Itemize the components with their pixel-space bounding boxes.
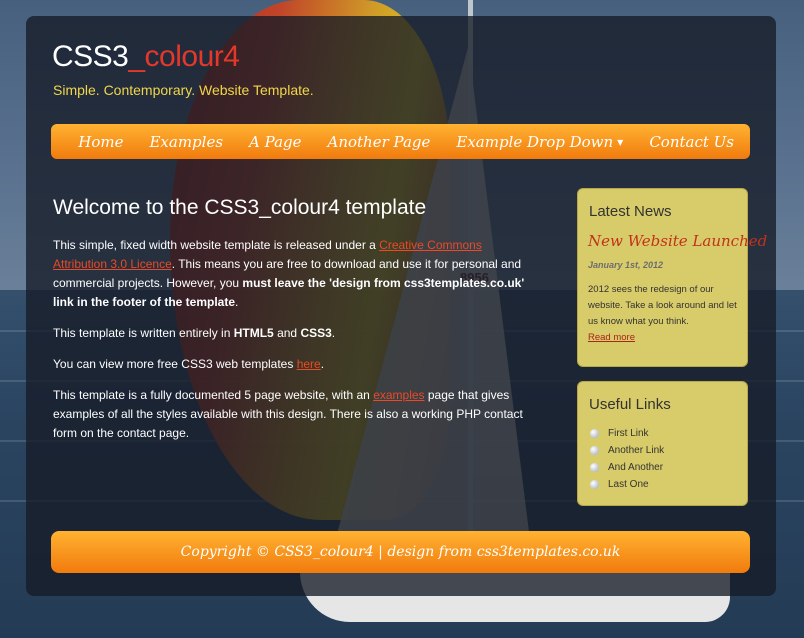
site-logo[interactable]: CSS3_colour4	[52, 40, 240, 74]
latest-news-box: Latest News New Website Launched January…	[577, 188, 768, 367]
text: This simple, fixed width website templat…	[53, 238, 380, 252]
news-date: January 1st, 2012	[588, 260, 664, 270]
text: This template is written entirely in	[53, 326, 234, 340]
logo-accent-text: _colour4	[128, 40, 240, 73]
news-heading: Latest News	[589, 203, 672, 220]
intro-paragraph: This simple, fixed width website templat…	[53, 236, 525, 312]
link-label: First Link	[608, 428, 649, 439]
bullet-icon	[590, 463, 599, 472]
html5-bold: HTML5	[233, 326, 274, 340]
site-slogan: Simple. Contemporary. Website Template.	[53, 82, 314, 98]
dropdown-label: Example Drop Down	[456, 132, 614, 151]
link-label: Another Link	[608, 445, 665, 456]
here-link[interactable]: here	[297, 357, 321, 371]
tech-paragraph: This template is written entirely in HTM…	[53, 324, 525, 343]
main-menu: Home Examples A Page Another Page Exampl…	[51, 124, 750, 159]
news-text: 2012 sees the redesign of our website. T…	[588, 284, 737, 327]
menu-item-contact-us[interactable]: Contact Us	[649, 133, 734, 151]
more-templates-paragraph: You can view more free CSS3 web template…	[53, 355, 525, 374]
useful-link[interactable]: First Link	[590, 425, 747, 442]
menu-item-examples[interactable]: Examples	[149, 133, 223, 151]
text: This template is a fully documented 5 pa…	[53, 388, 374, 402]
logo-main-text: CSS3	[52, 40, 129, 73]
links-heading: Useful Links	[589, 396, 671, 413]
link-label: Last One	[608, 479, 649, 490]
bullet-icon	[590, 446, 599, 455]
useful-link[interactable]: And Another	[590, 459, 747, 476]
text: You can view more free CSS3 web template…	[53, 357, 297, 371]
examples-link[interactable]: examples	[373, 388, 424, 402]
page-title: Welcome to the CSS3_colour4 template	[53, 196, 427, 219]
main-content: Welcome to the CSS3_colour4 template Thi…	[53, 196, 525, 455]
link-label: And Another	[608, 462, 664, 473]
read-more-link[interactable]: Read more	[588, 332, 747, 343]
bullet-icon	[590, 429, 599, 438]
documentation-paragraph: This template is a fully documented 5 pa…	[53, 386, 525, 443]
footer: Copyright © CSS3_colour4 | design from c…	[51, 531, 750, 573]
menu-item-example-drop-down[interactable]: Example Drop Down ▼	[456, 133, 623, 151]
useful-link[interactable]: Another Link	[590, 442, 747, 459]
menu-item-a-page[interactable]: A Page	[249, 133, 301, 151]
text: .	[320, 357, 325, 371]
menu-item-home[interactable]: Home	[78, 133, 123, 151]
useful-links-box: Useful Links First Link Another Link And…	[577, 381, 748, 506]
text: .	[331, 326, 336, 340]
news-title: New Website Launched	[588, 232, 768, 250]
useful-link[interactable]: Last One	[590, 476, 747, 493]
text: and	[273, 326, 301, 340]
bullet-icon	[590, 480, 599, 489]
chevron-down-icon: ▼	[617, 138, 624, 147]
menu-item-another-page[interactable]: Another Page	[328, 133, 431, 151]
footer-text[interactable]: Copyright © CSS3_colour4 | design from c…	[181, 544, 621, 560]
css3-bold: CSS3	[300, 326, 332, 340]
text: .	[235, 295, 239, 309]
